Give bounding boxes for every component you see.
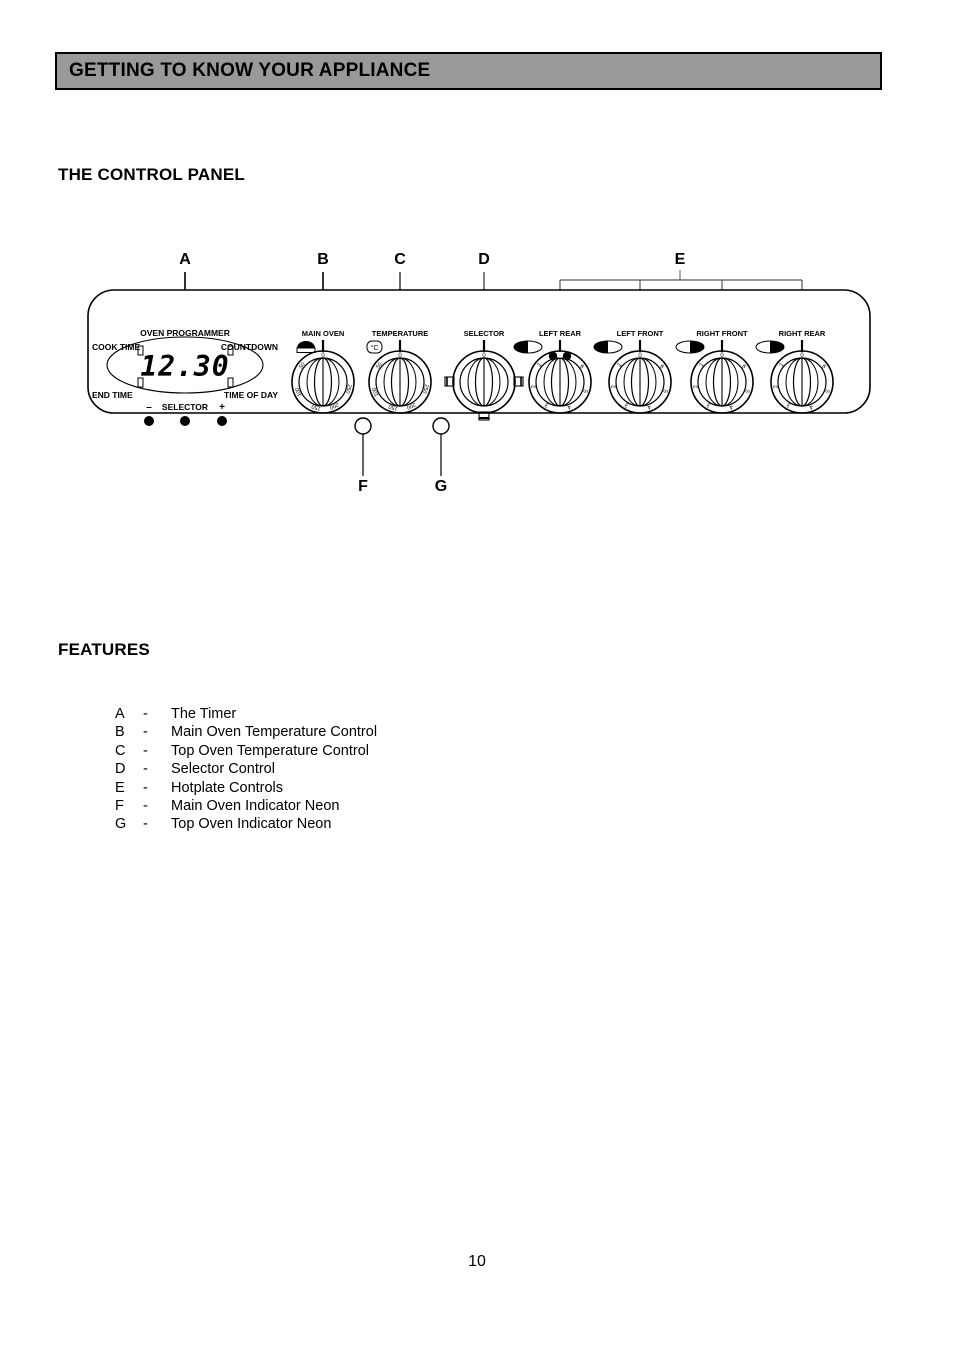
knob-right-rear-label: RIGHT REAR bbox=[779, 329, 826, 338]
knob-main-oven-label: MAIN OVEN bbox=[302, 329, 345, 338]
timer-plus-button[interactable] bbox=[217, 416, 227, 426]
timer-label-end-time: END TIME bbox=[92, 390, 133, 400]
svg-text:°C: °C bbox=[371, 344, 379, 352]
feature-key: C bbox=[115, 742, 126, 759]
feature-dash: - bbox=[143, 761, 148, 778]
timer-label-cook-time: COOK TIME bbox=[92, 342, 140, 352]
callout-a-text: A bbox=[179, 251, 191, 268]
page-number: 10 bbox=[468, 1253, 486, 1270]
knob-left-rear-dot-right bbox=[562, 351, 572, 361]
list-item: D - Selector Control bbox=[115, 760, 377, 778]
feature-label: Top Oven Indicator Neon bbox=[171, 816, 332, 833]
callout-c-text: C bbox=[394, 251, 406, 268]
feature-key: E bbox=[115, 779, 125, 796]
feature-dash: - bbox=[143, 742, 148, 759]
feature-label: Main Oven Indicator Neon bbox=[171, 798, 340, 815]
timer-selector-label: SELECTOR bbox=[162, 402, 208, 412]
feature-dash: - bbox=[143, 724, 148, 741]
feature-key: A bbox=[115, 706, 125, 722]
control-panel-heading: THE CONTROL PANEL bbox=[58, 165, 245, 184]
top-oven-indicator-neon: G bbox=[432, 417, 450, 495]
callout-d-text: D bbox=[478, 251, 490, 268]
knob-temperature-label: TEMPERATURE bbox=[372, 329, 429, 338]
feature-label: Top Oven Temperature Control bbox=[171, 742, 370, 759]
timer-minus-label: – bbox=[146, 402, 152, 413]
page-title: GETTING TO KNOW YOUR APPLIANCE bbox=[69, 60, 431, 81]
feature-dash: - bbox=[143, 816, 148, 833]
knob-left-front-label: LEFT FRONT bbox=[617, 329, 664, 338]
timer-display-value: 12.30 bbox=[140, 350, 229, 383]
control-panel-diagram: A B C D E OVEN PROGRAMMER 12.30 COOK TIM… bbox=[0, 230, 954, 510]
features-heading: FEATURES bbox=[58, 640, 150, 659]
feature-key: G bbox=[115, 816, 127, 833]
feature-label: Selector Control bbox=[171, 761, 275, 778]
feature-dash: - bbox=[143, 706, 148, 722]
callout-e-text: E bbox=[675, 251, 686, 268]
page-header-banner: GETTING TO KNOW YOUR APPLIANCE bbox=[55, 52, 882, 90]
timer-label-time-of-day: TIME OF DAY bbox=[224, 390, 278, 400]
list-item: A - The Timer bbox=[115, 705, 377, 723]
list-item: F - Main Oven Indicator Neon bbox=[115, 797, 377, 815]
features-list: A - The Timer B - Main Oven Temperature … bbox=[115, 705, 377, 834]
timer-plus-label: + bbox=[219, 402, 225, 413]
feature-label: Hotplate Controls bbox=[171, 779, 284, 796]
feature-dash: - bbox=[143, 798, 148, 815]
callout-f-text: F bbox=[358, 478, 368, 495]
timer-label-countdown: COUNTDOWN bbox=[221, 342, 278, 352]
timer-selector-button[interactable] bbox=[180, 416, 190, 426]
feature-dash: - bbox=[143, 779, 148, 796]
list-item: G - Top Oven Indicator Neon bbox=[115, 815, 377, 833]
knob-left-rear-dot-left bbox=[548, 351, 558, 361]
knob-left-rear-label: LEFT REAR bbox=[539, 329, 582, 338]
callout-b-text: B bbox=[317, 251, 329, 268]
timer-minus-button[interactable] bbox=[144, 416, 154, 426]
feature-key: F bbox=[115, 798, 124, 815]
callout-g-text: G bbox=[435, 478, 447, 495]
list-item: C - Top Oven Temperature Control bbox=[115, 742, 377, 760]
feature-label: The Timer bbox=[171, 706, 237, 722]
main-oven-indicator-neon: F bbox=[354, 417, 372, 495]
feature-key: D bbox=[115, 761, 126, 778]
feature-key: B bbox=[115, 724, 125, 741]
list-item: E - Hotplate Controls bbox=[115, 779, 377, 797]
list-item: B - Main Oven Temperature Control bbox=[115, 723, 377, 741]
feature-label: Main Oven Temperature Control bbox=[171, 724, 378, 741]
knob-right-front-label: RIGHT FRONT bbox=[696, 329, 748, 338]
knob-selector-label: SELECTOR bbox=[464, 329, 505, 338]
